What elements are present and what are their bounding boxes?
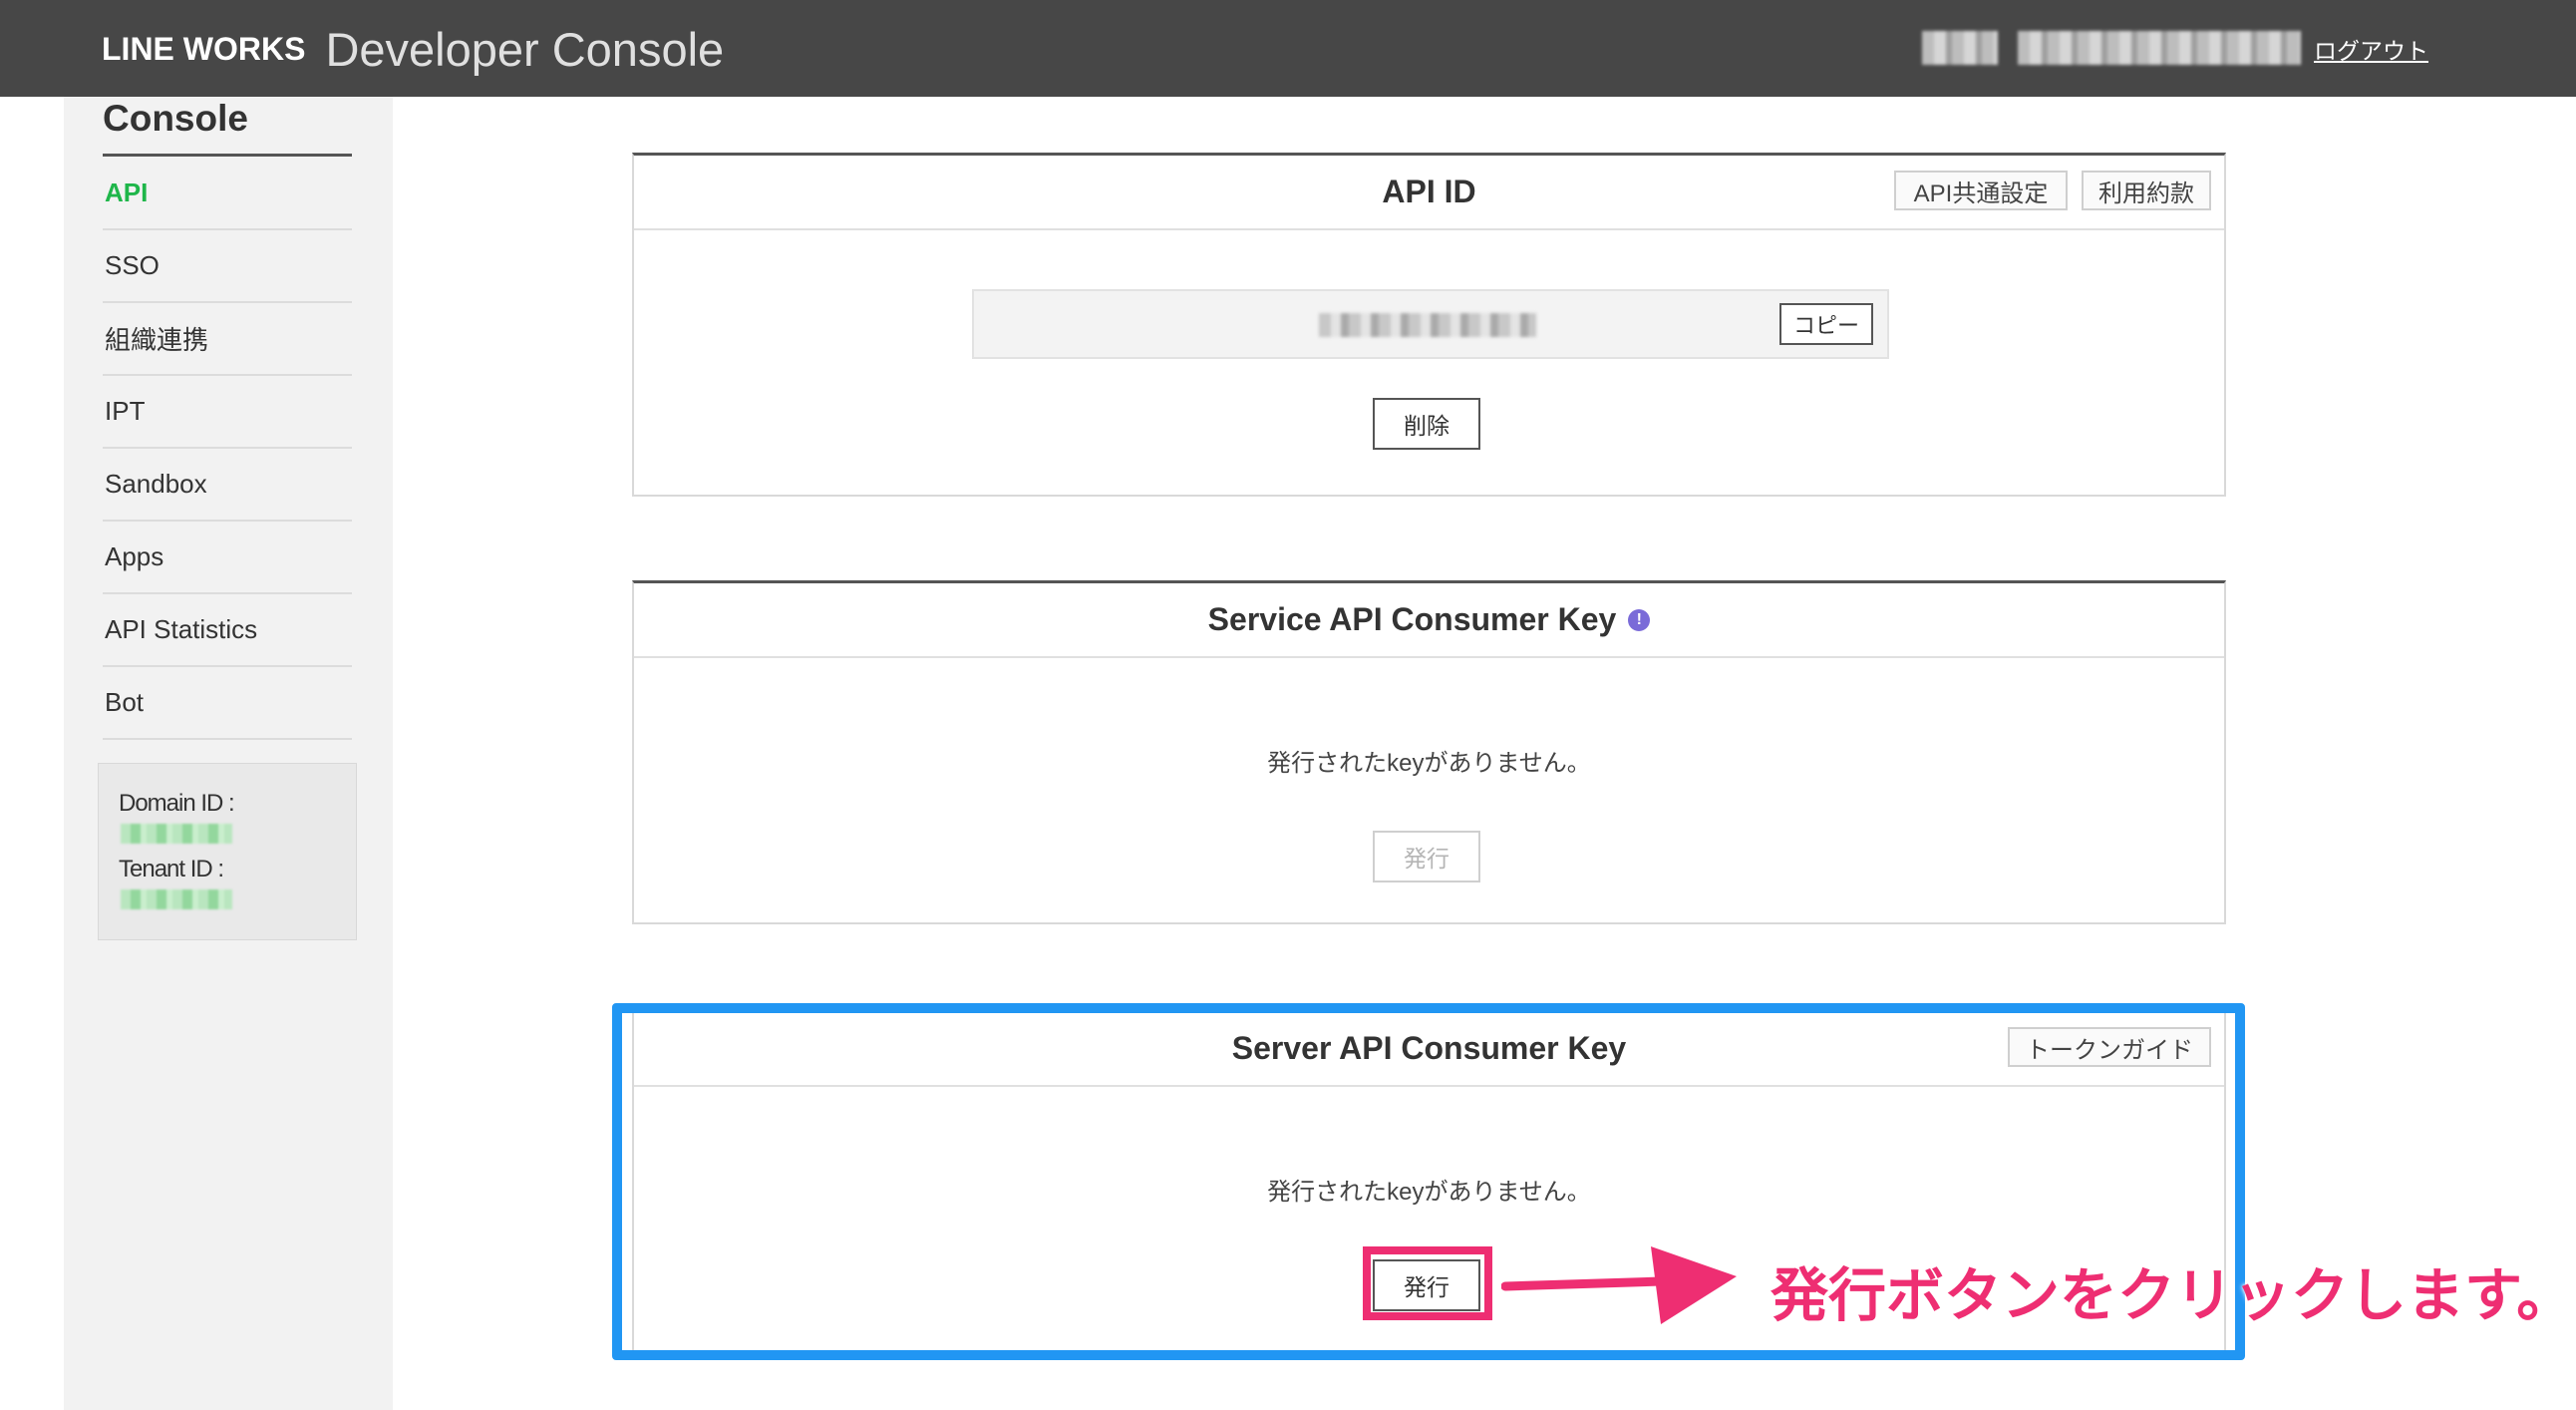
brand-logo[interactable]: LINE WORKS Developer Console — [102, 22, 724, 76]
arrow-icon — [1501, 1246, 1737, 1324]
sidebar-item-sso[interactable]: SSO — [103, 230, 352, 303]
api-id-card: API ID API共通設定 利用約款 コピー 削除 — [632, 153, 2226, 497]
terms-button[interactable]: 利用約款 — [2082, 171, 2211, 210]
tenant-id-label: Tenant ID : — [119, 856, 224, 882]
domain-info-box: Domain ID : Tenant ID : — [98, 763, 357, 940]
api-common-settings-button[interactable]: API共通設定 — [1894, 171, 2068, 210]
copy-button[interactable]: コピー — [1779, 303, 1873, 345]
server-api-key-card-header: Server API Consumer Key トークンガイド — [634, 1012, 2224, 1087]
server-key-issue-button[interactable]: 発行 — [1373, 1259, 1480, 1311]
api-id-field: コピー — [972, 289, 1889, 359]
user-email-blurred — [2018, 31, 2301, 65]
api-id-card-header: API ID API共通設定 利用約款 — [634, 156, 2224, 230]
api-id-title: API ID — [1382, 174, 1476, 209]
brand-name: LINE WORKS — [102, 30, 306, 67]
service-api-key-title: Service API Consumer Key ! — [1208, 601, 1651, 638]
top-header: LINE WORKS Developer Console ログアウト — [0, 0, 2576, 97]
service-api-key-title-text: Service API Consumer Key — [1207, 601, 1617, 637]
sidebar-item-api[interactable]: API — [103, 158, 352, 230]
delete-button[interactable]: 削除 — [1373, 398, 1480, 450]
sidebar-item-apps[interactable]: Apps — [103, 522, 352, 594]
product-name: Developer Console — [325, 22, 725, 76]
sidebar-item-bot[interactable]: Bot — [103, 667, 352, 740]
domain-id-value-blurred — [121, 824, 232, 844]
annotation-text: 発行ボタンをクリックします。 — [1771, 1263, 2575, 1328]
token-guide-button[interactable]: トークンガイド — [2008, 1027, 2211, 1067]
info-icon[interactable]: ! — [1628, 608, 1651, 631]
server-api-key-title: Server API Consumer Key — [1231, 1030, 1627, 1066]
service-key-issue-button[interactable]: 発行 — [1373, 831, 1480, 882]
sidebar-item-org-link[interactable]: 組織連携 — [103, 303, 352, 376]
user-name-blurred — [1922, 31, 1998, 65]
sidebar-item-ipt[interactable]: IPT — [103, 376, 352, 449]
service-key-empty-message: 発行されたkeyがありません。 — [1267, 750, 1591, 777]
server-key-empty-message: 発行されたkeyがありません。 — [1267, 1179, 1591, 1206]
api-id-value-blurred — [1319, 313, 1536, 337]
domain-id-label: Domain ID : — [119, 790, 235, 817]
sidebar-item-sandbox[interactable]: Sandbox — [103, 449, 352, 522]
logout-link[interactable]: ログアウト — [2314, 32, 2428, 66]
service-api-key-card-header: Service API Consumer Key ! — [634, 583, 2224, 658]
sidebar-item-api-statistics[interactable]: API Statistics — [103, 594, 352, 667]
tenant-id-value-blurred — [121, 889, 232, 909]
sidebar-title: Console — [103, 98, 248, 139]
service-api-key-card: Service API Consumer Key ! 発行されたkeyがありませ… — [632, 580, 2226, 924]
sidebar-title-divider — [103, 154, 352, 157]
sidebar-nav: API SSO 組織連携 IPT Sandbox Apps API Statis… — [103, 158, 352, 740]
